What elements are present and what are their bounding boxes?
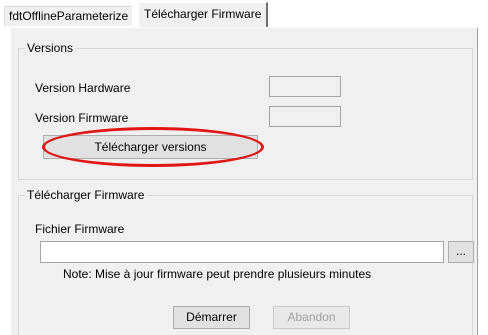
download-versions-button[interactable]: Télécharger versions: [43, 135, 258, 159]
firmware-update-note: Note: Mise à jour firmware peut prendre …: [63, 267, 372, 281]
abort-button: Abandon: [273, 306, 350, 329]
firmware-version-field: [269, 106, 341, 127]
hardware-version-field: [269, 76, 341, 97]
tab-panel: Versions Version Hardware Version Firmwa…: [10, 27, 478, 335]
start-button[interactable]: Démarrer: [173, 306, 250, 329]
firmware-file-input[interactable]: [40, 241, 444, 263]
firmware-version-label: Version Firmware: [35, 111, 129, 125]
firmware-file-label: Fichier Firmware: [35, 222, 125, 236]
versions-group-title: Versions: [25, 41, 76, 55]
tab-fdt-offline-parameterize[interactable]: fdtOfflineParameterize: [4, 6, 133, 26]
tab-strip: fdtOfflineParameterize Télécharger Firmw…: [0, 0, 488, 28]
download-firmware-groupbox: Télécharger Firmware Fichier Firmware ..…: [18, 188, 474, 335]
versions-groupbox: Versions Version Hardware Version Firmwa…: [18, 41, 473, 180]
hardware-version-label: Version Hardware: [35, 81, 131, 95]
tab-download-firmware[interactable]: Télécharger Firmware: [138, 2, 269, 27]
download-firmware-group-title: Télécharger Firmware: [25, 188, 147, 202]
browse-button[interactable]: ...: [448, 241, 474, 263]
